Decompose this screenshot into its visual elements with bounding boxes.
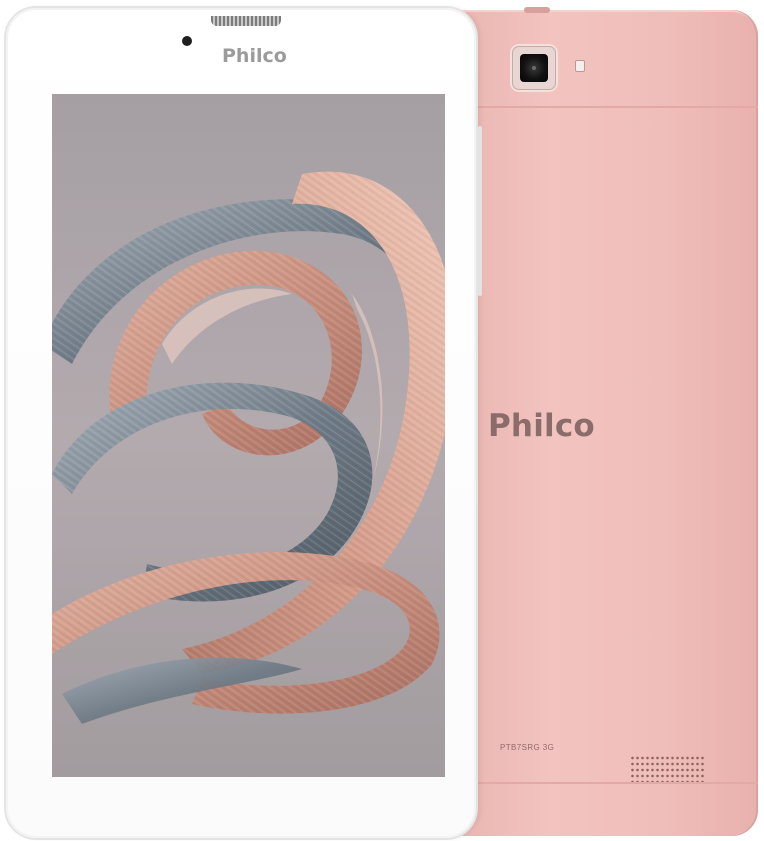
back-brand-logo: Philco (488, 408, 595, 444)
tablet-front-frame: Philco (6, 8, 482, 838)
front-brand-logo: Philco (222, 45, 287, 67)
back-antenna-band-bottom (440, 782, 758, 784)
front-camera-icon (182, 36, 192, 46)
earpiece-speaker (211, 16, 281, 26)
volume-buttons (478, 126, 482, 296)
model-label: PTB7SRG 3G (500, 743, 555, 752)
tablet-back-shell: Philco PTB7SRG 3G (440, 7, 758, 836)
product-photo: Philco PTB7SRG 3G Philco (0, 0, 764, 841)
flash-icon (575, 60, 585, 72)
rear-camera (512, 46, 556, 90)
tablet-screen (52, 94, 445, 777)
back-antenna-band-top (440, 106, 758, 108)
camera-lens-icon (520, 54, 548, 82)
speaker-grille (630, 755, 706, 785)
power-button (524, 7, 550, 13)
wallpaper-swirl (52, 94, 445, 777)
